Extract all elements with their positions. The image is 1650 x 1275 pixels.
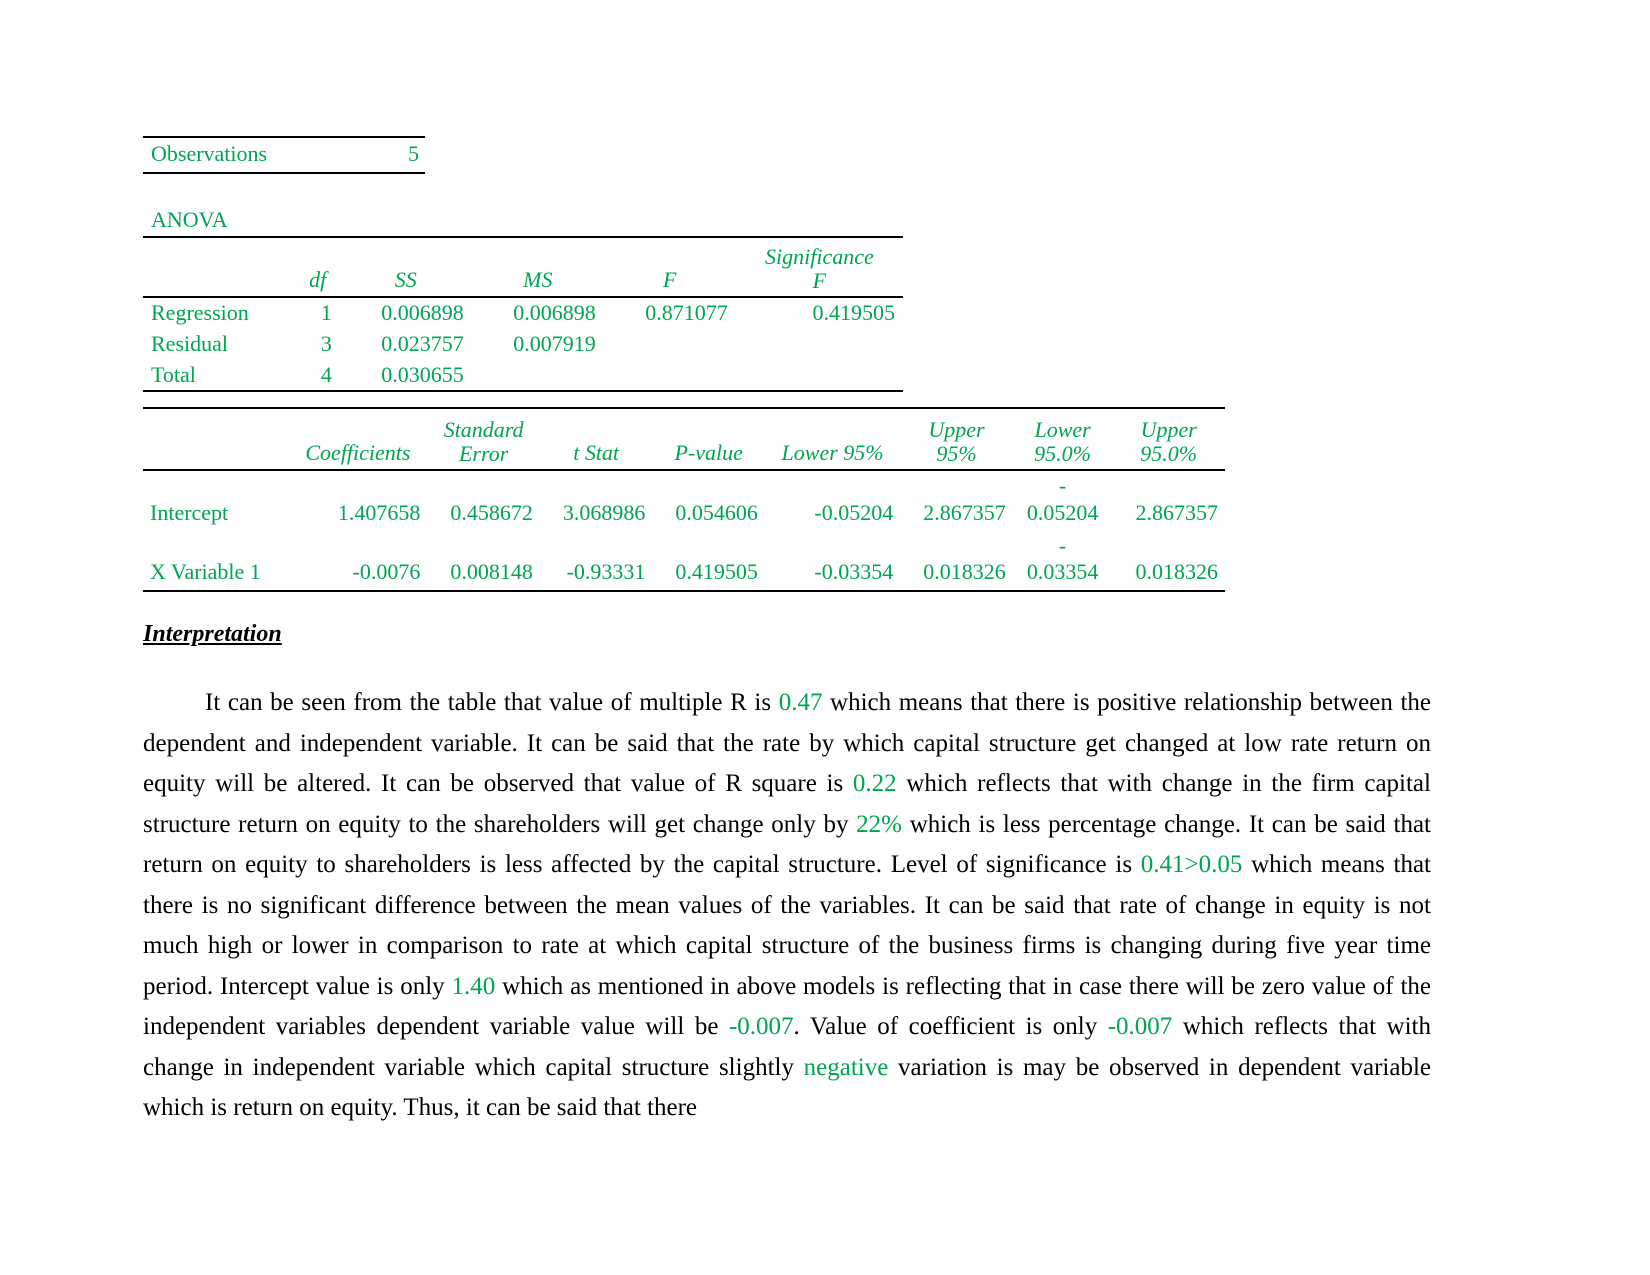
anova-cell-f <box>604 360 736 392</box>
anova-caption: ANOVA <box>151 207 228 232</box>
value-r-square: 0.22 <box>852 770 897 797</box>
interpretation-heading: Interpretation <box>143 621 282 647</box>
minus-sign: - <box>1058 532 1067 558</box>
coefficients-cell-standard-error: 0.008148 <box>450 559 533 585</box>
coefficients-cell-t-stat: -0.93331 <box>566 559 646 585</box>
anova-row-label: Total <box>151 361 196 387</box>
anova-cell-df: 3 <box>320 330 332 356</box>
coefficients-header-p-value: P-value <box>674 440 743 466</box>
coefficients-cell-t-stat: 3.068986 <box>562 499 646 525</box>
anova-cell-df: 1 <box>320 300 332 325</box>
anova-cell-f <box>604 329 736 360</box>
coefficients-cell-upper-95: 2.867357 <box>923 499 1006 525</box>
anova-cell-significance-f <box>736 329 903 360</box>
coefficients-cell-coefficient: -0.0076 <box>352 559 421 585</box>
anova-header-df: df <box>309 267 327 293</box>
anova-cell-ss: 0.006898 <box>381 300 464 325</box>
coefficients-cell-lower-95: -0.05204 <box>814 499 894 525</box>
anova-cell-ms: 0.007919 <box>513 330 596 356</box>
anova-cell-ss: 0.023757 <box>381 330 464 356</box>
coefficients-table: Coefficients Standard Error t Stat P-val… <box>143 407 1225 592</box>
anova-header-significance-line1: Significance <box>765 243 874 269</box>
anova-cell-ss: 0.030655 <box>381 361 464 387</box>
coefficients-header-blank <box>143 408 289 470</box>
observations-label: Observations <box>151 141 268 166</box>
coefficients-cell-upper-95: 0.018326 <box>923 559 1006 585</box>
interpretation-paragraph: It can be seen from the table that value… <box>143 683 1431 1129</box>
anova-header-ss: SS <box>394 267 417 293</box>
coefficients-cell-p-value: 0.054606 <box>675 499 758 525</box>
anova-cell-df: 4 <box>320 361 332 387</box>
anova-header-blank <box>143 237 295 297</box>
upper-95-0-line2: 95.0% <box>1140 441 1198 467</box>
coefficients-cell-upper-95-0: 2.867357 <box>1135 499 1219 525</box>
anova-header-significance-line2: F <box>812 268 827 294</box>
anova-header-f: F <box>663 267 677 293</box>
table-row: Residual 3 0.023757 0.007919 <box>143 329 903 360</box>
upper-95-line1: Upper <box>928 416 985 442</box>
value-r-square-percent: 22% <box>856 810 902 838</box>
anova-cell-ms: 0.006898 <box>513 300 596 325</box>
upper-95-line2: 95% <box>936 441 977 467</box>
coefficients-cell-p-value: 0.419505 <box>675 559 758 585</box>
anova-cell-significance-f <box>736 360 903 392</box>
anova-header-row: df SS MS F Significance F <box>143 237 903 297</box>
anova-table: df SS MS F Significance F Regression 1 0… <box>143 236 903 392</box>
anova-cell-f: 0.871077 <box>645 300 728 325</box>
standard-error-line1: Standard <box>443 416 524 442</box>
value-negative-word: negative <box>803 1053 889 1081</box>
lower-95-0-line1: Lower <box>1034 416 1091 442</box>
para-text-7: . Value of coefficient is only <box>793 1013 1108 1040</box>
anova-row-label: Residual <box>151 330 228 356</box>
anova-row-label: Regression <box>151 300 249 325</box>
coefficients-header-lower-95: Lower 95% <box>781 440 884 466</box>
table-row: X Variable 1 -0.0076 0.008148 -0.93331 0… <box>143 531 1225 592</box>
value-intercept: 1.40 <box>451 972 496 1000</box>
coefficients-header-standard-error: Standard Error <box>427 408 540 470</box>
coefficients-header-upper-95: Upper 95% <box>900 408 1013 470</box>
coefficients-cell-lower-95-0: - 0.03354 <box>1013 531 1113 592</box>
anova-cell-significance-f: 0.419505 <box>812 300 896 325</box>
value-multiple-r: 0.47 <box>778 689 823 716</box>
table-row: Intercept 1.407658 0.458672 3.068986 0.0… <box>143 470 1225 531</box>
coefficients-cell-lower-95: -0.03354 <box>814 559 894 585</box>
standard-error-line2: Error <box>458 441 509 467</box>
coefficients-header-t-stat: t Stat <box>573 440 620 466</box>
coefficients-header-coefficients: Coefficients <box>305 440 411 466</box>
value-coefficient-1: -0.007 <box>728 1013 794 1040</box>
table-row: Observations 5 <box>143 137 425 173</box>
wrapped-negative-value: - 0.05204 <box>1020 473 1106 527</box>
coefficients-cell-coefficient: 1.407658 <box>337 499 421 525</box>
lower-95-0-magnitude: 0.03354 <box>1026 559 1099 585</box>
table-row: Regression 1 0.006898 0.006898 0.871077 … <box>143 297 903 329</box>
observations-value: 5 <box>408 141 419 166</box>
coefficients-header-upper-95-0: Upper 95.0% <box>1112 408 1225 470</box>
coefficients-header-row: Coefficients Standard Error t Stat P-val… <box>143 408 1225 470</box>
wrapped-negative-value: - 0.03354 <box>1020 533 1106 587</box>
coefficients-cell-standard-error: 0.458672 <box>450 499 533 525</box>
anova-header-significance-f: Significance F <box>736 237 903 297</box>
lower-95-0-line2: 95.0% <box>1034 441 1091 467</box>
coefficients-header-lower-95-0: Lower 95.0% <box>1013 408 1113 470</box>
minus-sign: - <box>1058 473 1067 498</box>
lower-95-0-magnitude: 0.05204 <box>1026 499 1099 525</box>
document-page: Observations 5 ANOVA df SS MS F Signific… <box>0 0 1650 1275</box>
value-coefficient-2: -0.007 <box>1107 1013 1173 1040</box>
table-row: Total 4 0.030655 <box>143 360 903 392</box>
coefficients-row-label: Intercept <box>150 499 229 525</box>
observations-table: Observations 5 <box>143 136 425 174</box>
upper-95-0-line1: Upper <box>1140 416 1197 442</box>
para-text-1: It can be seen from the table that value… <box>205 689 779 716</box>
coefficients-cell-lower-95-0: - 0.05204 <box>1013 470 1113 531</box>
coefficients-row-label: X Variable 1 <box>150 559 261 585</box>
anova-cell-ms <box>472 360 604 392</box>
anova-header-ms: MS <box>523 267 553 293</box>
value-significance: 0.41>0.05 <box>1140 851 1243 878</box>
coefficients-cell-upper-95-0: 0.018326 <box>1135 559 1219 585</box>
